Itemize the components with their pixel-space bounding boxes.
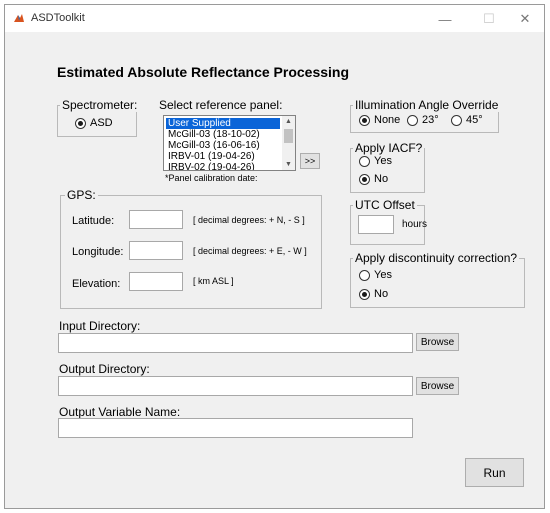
iacf-yes-label: Yes xyxy=(374,155,392,167)
reference-panel-listbox[interactable]: User Supplied McGill-03 (18-10-02) McGil… xyxy=(163,115,296,171)
iacf-no-radio[interactable]: No xyxy=(359,173,388,185)
spectrometer-group-title: Spectrometer: xyxy=(60,98,140,112)
discontinuity-yes-radio[interactable]: Yes xyxy=(359,269,392,281)
latitude-hint: [ decimal degrees: + N, - S ] xyxy=(193,215,305,225)
illumination-none-radio[interactable]: None xyxy=(359,114,400,126)
window-title: ASDToolkit xyxy=(31,12,85,24)
list-item[interactable]: McGill-03 (16-06-16) xyxy=(166,140,280,151)
latitude-label: Latitude: xyxy=(72,215,115,227)
list-item[interactable]: User Supplied xyxy=(166,118,280,129)
radio-indicator xyxy=(75,117,86,129)
output-variable-field[interactable] xyxy=(58,418,413,438)
listbox-scrollbar[interactable]: ▲ ▼ xyxy=(282,116,295,170)
discontinuity-group xyxy=(350,258,525,308)
close-button[interactable]: ✕ xyxy=(511,9,539,29)
elevation-hint: [ km ASL ] xyxy=(193,276,234,286)
panel-calibration-note: *Panel calibration date: xyxy=(165,173,258,183)
input-directory-label: Input Directory: xyxy=(59,319,141,333)
add-panel-button[interactable]: >> xyxy=(300,153,320,169)
iacf-group-title: Apply IACF? xyxy=(353,141,425,155)
output-directory-field[interactable] xyxy=(58,376,413,396)
utc-unit-label: hours xyxy=(402,219,428,230)
radio-indicator xyxy=(359,155,370,167)
radio-indicator xyxy=(407,114,418,126)
iacf-no-label: No xyxy=(374,173,389,185)
illumination-45-label: 45° xyxy=(466,114,483,126)
scroll-up-icon[interactable]: ▲ xyxy=(282,116,295,127)
elevation-input[interactable] xyxy=(129,272,183,291)
elevation-label: Elevation: xyxy=(72,278,121,290)
minimize-button[interactable]: — xyxy=(431,9,459,29)
radio-indicator xyxy=(359,114,370,126)
run-button[interactable]: Run xyxy=(465,458,524,487)
longitude-label: Longitude: xyxy=(72,246,124,258)
gps-group-title: GPS: xyxy=(65,188,98,202)
radio-indicator xyxy=(359,173,370,185)
scroll-thumb[interactable] xyxy=(284,129,293,143)
page-title: Estimated Absolute Reflectance Processin… xyxy=(57,64,350,80)
list-item[interactable]: IRBV-01 (19-04-26) xyxy=(166,151,280,162)
discontinuity-no-radio[interactable]: No xyxy=(359,288,388,300)
radio-indicator xyxy=(359,269,370,281)
title-bar: ASDToolkit — ☐ ✕ xyxy=(5,5,544,32)
illumination-group-title: Illumination Angle Override xyxy=(353,98,501,112)
utc-offset-input[interactable] xyxy=(358,215,394,234)
input-directory-field[interactable] xyxy=(58,333,413,353)
list-item[interactable]: McGill-03 (18-10-02) xyxy=(166,129,280,140)
illumination-23-radio[interactable]: 23° xyxy=(407,114,439,126)
discontinuity-yes-label: Yes xyxy=(374,269,392,281)
illumination-45-radio[interactable]: 45° xyxy=(451,114,483,126)
radio-indicator xyxy=(451,114,462,126)
app-window: ASDToolkit — ☐ ✕ Estimated Absolute Refl… xyxy=(4,4,545,509)
output-variable-label: Output Variable Name: xyxy=(59,405,181,419)
scroll-down-icon[interactable]: ▼ xyxy=(282,159,295,170)
reference-panel-label: Select reference panel: xyxy=(159,98,283,112)
input-browse-button[interactable]: Browse xyxy=(416,333,459,351)
discontinuity-group-title: Apply discontinuity correction? xyxy=(353,251,520,265)
output-browse-button[interactable]: Browse xyxy=(416,377,459,395)
radio-indicator xyxy=(359,288,370,300)
iacf-yes-radio[interactable]: Yes xyxy=(359,155,392,167)
list-item[interactable]: IRBV-02 (19-04-26) xyxy=(166,162,280,170)
discontinuity-no-label: No xyxy=(374,288,389,300)
spectrometer-asd-label: ASD xyxy=(90,117,113,129)
longitude-input[interactable] xyxy=(129,241,183,260)
longitude-hint: [ decimal degrees: + E, - W ] xyxy=(193,246,307,256)
illumination-none-label: None xyxy=(374,114,401,126)
output-directory-label: Output Directory: xyxy=(59,362,150,376)
maximize-button[interactable]: ☐ xyxy=(475,9,503,29)
matlab-app-icon xyxy=(13,12,25,24)
latitude-input[interactable] xyxy=(129,210,183,229)
spectrometer-asd-radio[interactable]: ASD xyxy=(75,117,113,129)
utc-group-title: UTC Offset xyxy=(353,198,417,212)
illumination-23-label: 23° xyxy=(422,114,439,126)
